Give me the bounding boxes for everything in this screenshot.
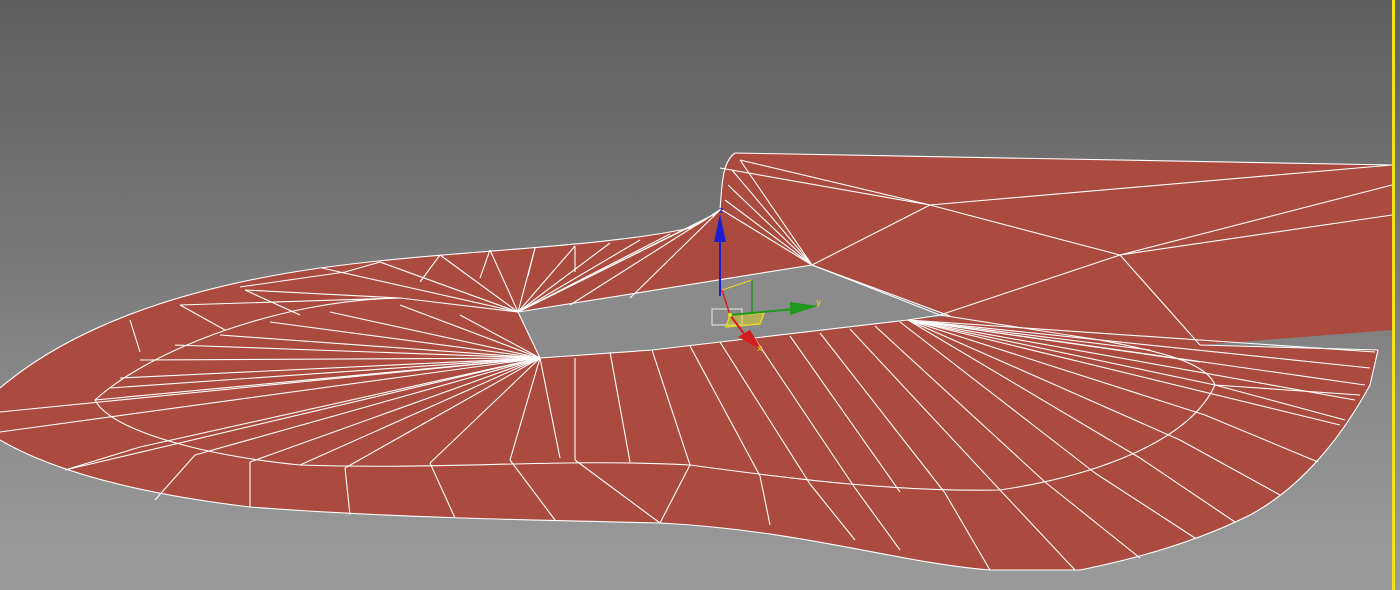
scene-canvas[interactable]: z y x <box>0 0 1400 590</box>
x-axis-label: x <box>757 344 763 354</box>
3d-viewport[interactable]: z y x <box>0 0 1400 590</box>
mesh-surface[interactable] <box>0 153 1392 570</box>
z-axis-label: z <box>719 206 724 216</box>
active-viewport-border <box>1392 0 1395 590</box>
y-axis-label: y <box>816 298 822 308</box>
pivot-point[interactable] <box>727 312 733 318</box>
